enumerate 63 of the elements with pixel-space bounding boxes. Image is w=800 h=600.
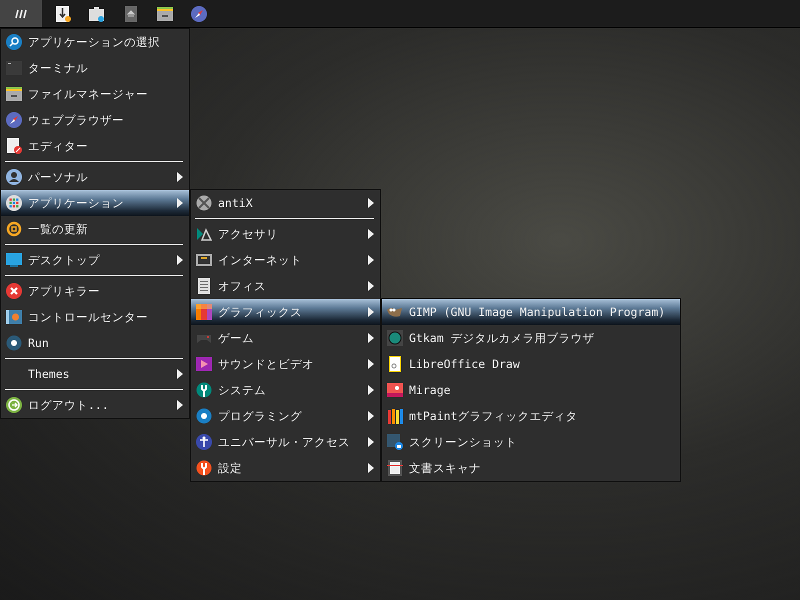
close-icon <box>6 283 22 299</box>
menu-item[interactable]: ウェブブラウザー <box>1 107 189 133</box>
logout-icon <box>6 397 22 413</box>
menu-item[interactable]: パーソナル <box>1 164 189 190</box>
menu-item[interactable]: Gtkam デジタルカメラ用ブラウザ <box>382 325 680 351</box>
menu-item[interactable]: サウンドとビデオ <box>191 351 380 377</box>
menu-item[interactable]: システム <box>191 377 380 403</box>
menu-item[interactable]: antiX <box>191 190 380 216</box>
menu-item[interactable]: ターミナル <box>1 55 189 81</box>
menu-item[interactable]: Themes <box>1 361 189 387</box>
terminal-icon <box>6 60 22 76</box>
color-palette-icon <box>196 304 212 320</box>
control-panel-icon <box>6 309 22 325</box>
menu-item[interactable]: ゲーム <box>191 325 380 351</box>
menu-item[interactable]: インターネット <box>191 247 380 273</box>
menu-item[interactable]: アプリキラー <box>1 278 189 304</box>
menu-item[interactable]: ファイルマネージャー <box>1 81 189 107</box>
wrench-icon <box>196 382 212 398</box>
person-icon <box>6 169 22 185</box>
menu-item[interactable]: 設定 <box>191 455 380 481</box>
document-icon <box>6 138 22 154</box>
compass-icon <box>191 6 207 22</box>
menu-item[interactable]: アプリケーションの選択 <box>1 29 189 55</box>
menu-item[interactable]: ユニバーサル・アクセス <box>191 429 380 455</box>
menu-item[interactable]: エディター <box>1 133 189 159</box>
menu-button[interactable] <box>0 0 42 27</box>
camera-lens-icon <box>387 330 403 346</box>
drawing-document-icon <box>387 356 403 372</box>
document-icon <box>196 278 212 294</box>
screenshot-icon <box>387 434 403 450</box>
monitor-icon <box>6 252 22 268</box>
eject-icon <box>123 6 139 22</box>
drawer-icon <box>6 86 22 102</box>
menu-item[interactable]: アプリケーション <box>1 190 189 216</box>
play-icon <box>196 356 212 372</box>
menu-item[interactable]: LibreOffice Draw <box>382 351 680 377</box>
menu-item[interactable]: プログラミング <box>191 403 380 429</box>
menu-item[interactable]: ログアウト... <box>1 392 189 418</box>
drawer-icon <box>157 6 173 22</box>
menu-item[interactable]: コントロールセンター <box>1 304 189 330</box>
menu-item[interactable]: デスクトップ <box>1 247 189 273</box>
briefcase-icon <box>89 6 105 22</box>
menu-item[interactable]: オフィス <box>191 273 380 299</box>
menu-item[interactable]: Mirage <box>382 377 680 403</box>
download-icon <box>55 6 71 22</box>
menu-item[interactable]: 一覧の更新 <box>1 216 189 242</box>
grid-icon <box>6 195 22 211</box>
search-icon <box>6 34 22 50</box>
menu-item[interactable]: アクセサリ <box>191 221 380 247</box>
menu-item[interactable]: GIMP (GNU Image Manipulation Program) <box>382 299 680 325</box>
menu-item[interactable]: mtPaintグラフィックエディタ <box>382 403 680 429</box>
menu-item[interactable]: 文書スキャナ <box>382 455 680 481</box>
compass-icon <box>6 112 22 128</box>
accessibility-icon <box>196 434 212 450</box>
menu-item[interactable]: グラフィックス <box>191 299 380 325</box>
picture-icon <box>387 382 403 398</box>
pencils-icon <box>387 408 403 424</box>
menu-item[interactable]: スクリーンショット <box>382 429 680 455</box>
menu-item[interactable]: Run <box>1 330 189 356</box>
scanner-icon <box>387 460 403 476</box>
network-port-icon <box>196 252 212 268</box>
wrench-icon <box>196 460 212 476</box>
x-logo-icon <box>196 195 212 211</box>
